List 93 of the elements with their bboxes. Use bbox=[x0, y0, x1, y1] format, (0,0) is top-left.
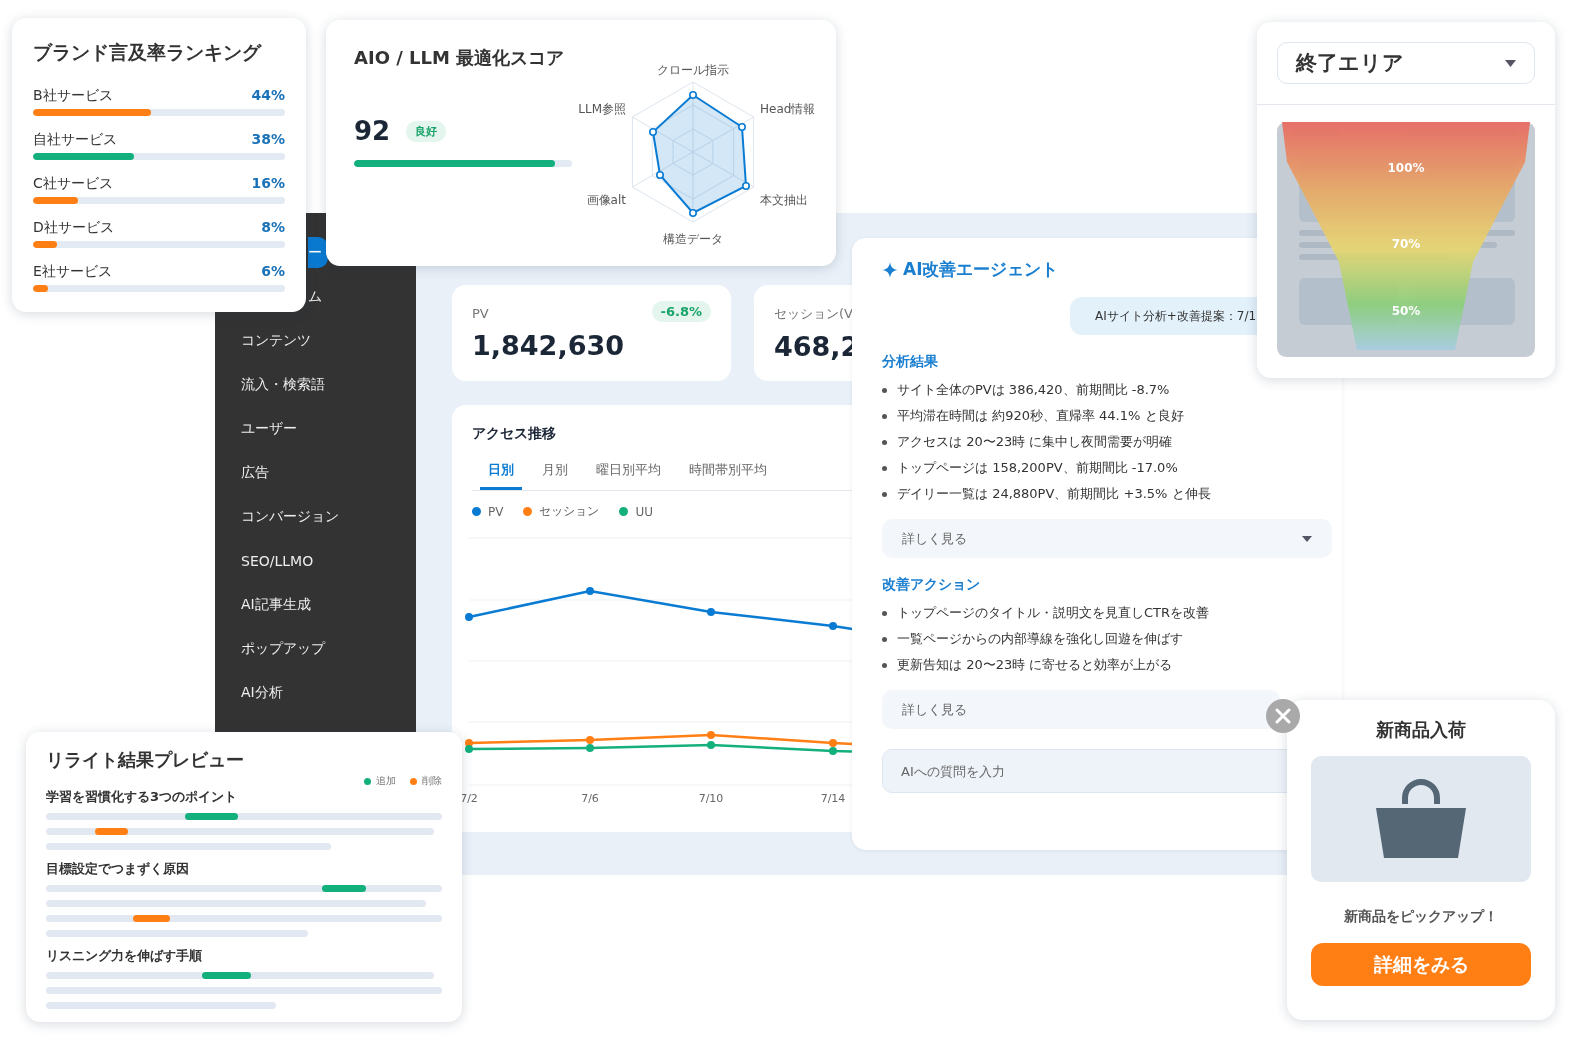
bullet-icon bbox=[882, 413, 887, 419]
tab[interactable]: 曜日別平均 bbox=[588, 455, 669, 490]
radar-axis-label: 本文抽出 bbox=[760, 193, 808, 207]
change-badge: -6.8% bbox=[651, 301, 711, 322]
legend-label: セッション bbox=[539, 503, 600, 520]
percentage-value: 44% bbox=[251, 86, 285, 104]
sidebar-item[interactable]: ポップアップ bbox=[215, 633, 405, 664]
radar-axis-label: 画像alt bbox=[586, 193, 626, 207]
caret-icon bbox=[1302, 535, 1312, 542]
card-title: リライト結果プレビュー bbox=[46, 748, 245, 772]
axis-label: 7/6 bbox=[581, 792, 599, 805]
card-title: アクセス推移 bbox=[472, 425, 557, 443]
bullet-text: アクセスは 20〜23時 に集中し夜間需要が明確 bbox=[897, 433, 1173, 451]
score-value: 92 bbox=[354, 116, 391, 146]
button-label: 詳しく見る bbox=[902, 529, 967, 548]
sidebar-item[interactable]: コンテンツ bbox=[215, 325, 405, 356]
bullet-icon bbox=[882, 491, 887, 497]
card-title: ブランド言及率ランキング bbox=[33, 40, 263, 65]
section-heading: 目標設定でつまずく原因 bbox=[46, 860, 190, 878]
percentage-label: 70% bbox=[1391, 237, 1421, 251]
percentage-value: 6% bbox=[261, 262, 285, 280]
data-point bbox=[738, 123, 746, 131]
close-icon bbox=[1275, 708, 1291, 724]
section-heading: 分析結果 bbox=[882, 353, 939, 371]
radar-axis-label: Head情報 bbox=[760, 102, 816, 116]
bullet-text: 平均滞在時間は 約920秒、直帰率 44.1% と良好 bbox=[897, 407, 1184, 425]
tab[interactable]: 時間帯別平均 bbox=[681, 455, 775, 490]
popup-text: 新商品をピックアップ！ bbox=[1344, 908, 1498, 926]
axis-label: 7/2 bbox=[460, 792, 478, 805]
bullet-icon bbox=[882, 610, 887, 616]
expand-button[interactable]: 詳しく見る bbox=[882, 690, 1280, 729]
sidebar-item[interactable]: ー bbox=[308, 237, 328, 268]
data-point bbox=[689, 91, 697, 99]
sidebar-item[interactable]: コンバージョン bbox=[215, 501, 405, 532]
sidebar-item[interactable]: AI分析 bbox=[215, 677, 405, 708]
legend-label: UU bbox=[635, 504, 654, 519]
bullet-text: 更新告知は 20〜23時 に寄せると効率が上がる bbox=[897, 656, 1173, 674]
bullet-icon bbox=[882, 465, 887, 471]
bullet-text: サイト全体のPVは 386,420、前期間比 -8.7% bbox=[897, 381, 1170, 399]
percentage-value: 8% bbox=[261, 218, 285, 236]
button-label: 詳しく見る bbox=[902, 700, 967, 719]
section-heading: 改善アクション bbox=[882, 576, 981, 594]
legend-label: PV bbox=[488, 504, 504, 519]
caret-icon bbox=[1505, 59, 1516, 67]
data-point bbox=[656, 171, 664, 179]
percentage-value: 38% bbox=[251, 130, 285, 148]
sidebar-item[interactable]: 流入・検索語 bbox=[215, 369, 405, 400]
bullet-icon bbox=[882, 439, 887, 445]
card-title: AIO / LLM 最適化スコア bbox=[354, 46, 566, 70]
radar-axis-label: クロール指示 bbox=[657, 63, 729, 77]
expand-button[interactable]: 詳しく見る bbox=[882, 519, 1332, 558]
brand-name: E社サービス bbox=[33, 262, 112, 280]
section-heading: リスニング力を伸ばす手順 bbox=[46, 947, 203, 965]
percentage-label: 100% bbox=[1387, 161, 1425, 175]
data-point bbox=[742, 182, 750, 190]
data-point bbox=[689, 209, 697, 217]
shopping-bag-icon bbox=[1376, 778, 1466, 860]
bullet-icon bbox=[882, 636, 887, 642]
brand-name: D社サービス bbox=[33, 218, 114, 236]
status-badge: 良好 bbox=[406, 120, 447, 142]
percentage-value: 16% bbox=[251, 174, 285, 192]
bullet-text: トップページのタイトル・説明文を見直しCTRを改善 bbox=[897, 604, 1210, 622]
kpi-label: PV bbox=[472, 306, 489, 321]
popup-title: 新商品入荷 bbox=[1376, 718, 1466, 742]
bullet-text: トップページは 158,200PV、前期間比 -17.0% bbox=[897, 459, 1178, 477]
section-heading: 学習を習慣化する3つのポイント bbox=[46, 788, 239, 806]
bullet-text: デイリー一覧は 24,880PV、前期間比 +3.5% と伸長 bbox=[897, 485, 1211, 503]
brand-name: B社サービス bbox=[33, 86, 113, 104]
radar-axis-label: LLM参照 bbox=[578, 102, 626, 116]
radar-axis-label: 構造データ bbox=[663, 232, 723, 246]
percentage-label: 50% bbox=[1391, 304, 1421, 318]
area-dropdown[interactable]: 終了エリア bbox=[1277, 42, 1535, 84]
data-point bbox=[649, 128, 657, 136]
brand-name: 自社サービス bbox=[33, 130, 117, 148]
sidebar-item[interactable]: ユーザー bbox=[215, 413, 405, 444]
sidebar-item[interactable]: SEO/LLMO bbox=[215, 545, 405, 576]
sidebar-item[interactable]: ム bbox=[308, 281, 328, 312]
bullet-text: 一覧ページからの内部導線を強化し回遊を伸ばす bbox=[897, 630, 1183, 648]
sparkle-icon bbox=[882, 261, 898, 278]
legend-label: 追加 bbox=[376, 774, 396, 788]
sidebar-item[interactable]: 広告 bbox=[215, 457, 405, 488]
kpi-label: セッション(V bbox=[774, 305, 853, 323]
kpi-value: 1,842,630 bbox=[472, 330, 625, 361]
tab[interactable]: 日別 bbox=[480, 455, 522, 490]
panel-title: AI改善エージェント bbox=[903, 258, 1059, 281]
axis-label: 7/14 bbox=[820, 792, 846, 805]
legend-label: 削除 bbox=[422, 774, 442, 788]
brand-name: C社サービス bbox=[33, 174, 113, 192]
bullet-icon bbox=[882, 662, 887, 668]
axis-label: 7/10 bbox=[698, 792, 724, 805]
tab[interactable]: 月別 bbox=[534, 455, 576, 490]
bullet-icon bbox=[882, 387, 887, 393]
sidebar-item[interactable]: AI記事生成 bbox=[215, 589, 405, 620]
